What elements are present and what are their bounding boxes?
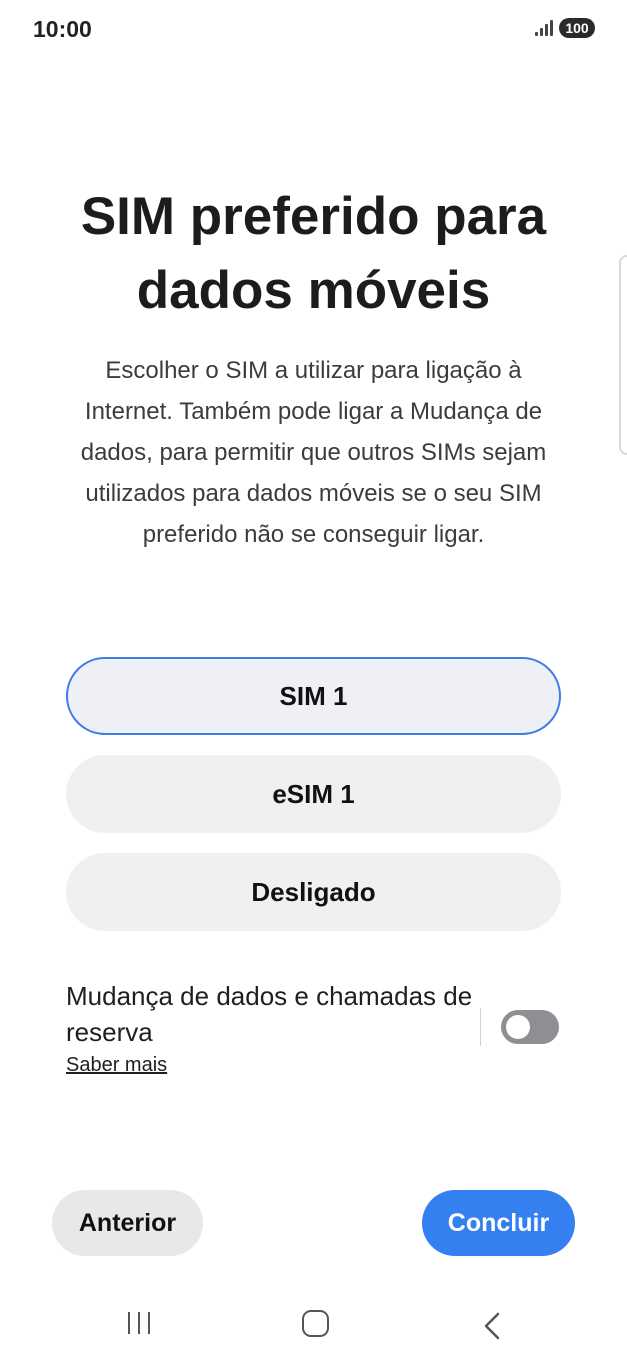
page-title: SIM preferido para dados móveis — [80, 187, 547, 320]
recent-apps-icon[interactable] — [128, 1312, 150, 1334]
signal-icon — [535, 20, 553, 36]
page-description: Escolher o SIM a utilizar para ligação à… — [80, 357, 547, 548]
option-sim-1[interactable]: SIM 1 — [66, 657, 561, 735]
scroll-indicator[interactable] — [619, 255, 627, 455]
back-icon[interactable] — [484, 1312, 500, 1345]
fallback-label: Mudança de dados e chamadas de reserva — [66, 981, 473, 1047]
status-icons: 100 — [535, 18, 595, 38]
fallback-setting: Mudança de dados e chamadas de reserva S… — [66, 978, 476, 1077]
navigation-bar — [0, 1290, 627, 1360]
option-off[interactable]: Desligado — [66, 853, 561, 931]
toggle-knob — [506, 1015, 530, 1039]
done-button[interactable]: Concluir — [422, 1190, 575, 1256]
divider — [480, 1008, 481, 1046]
option-esim-1[interactable]: eSIM 1 — [66, 755, 561, 833]
previous-button[interactable]: Anterior — [52, 1190, 203, 1256]
status-time: 10:00 — [33, 16, 92, 42]
battery-icon: 100 — [559, 18, 595, 38]
fallback-toggle[interactable] — [501, 1010, 559, 1044]
status-bar: 10:00 100 — [0, 0, 627, 60]
learn-more-link[interactable]: Saber mais — [66, 1054, 167, 1077]
home-icon[interactable] — [302, 1310, 329, 1337]
